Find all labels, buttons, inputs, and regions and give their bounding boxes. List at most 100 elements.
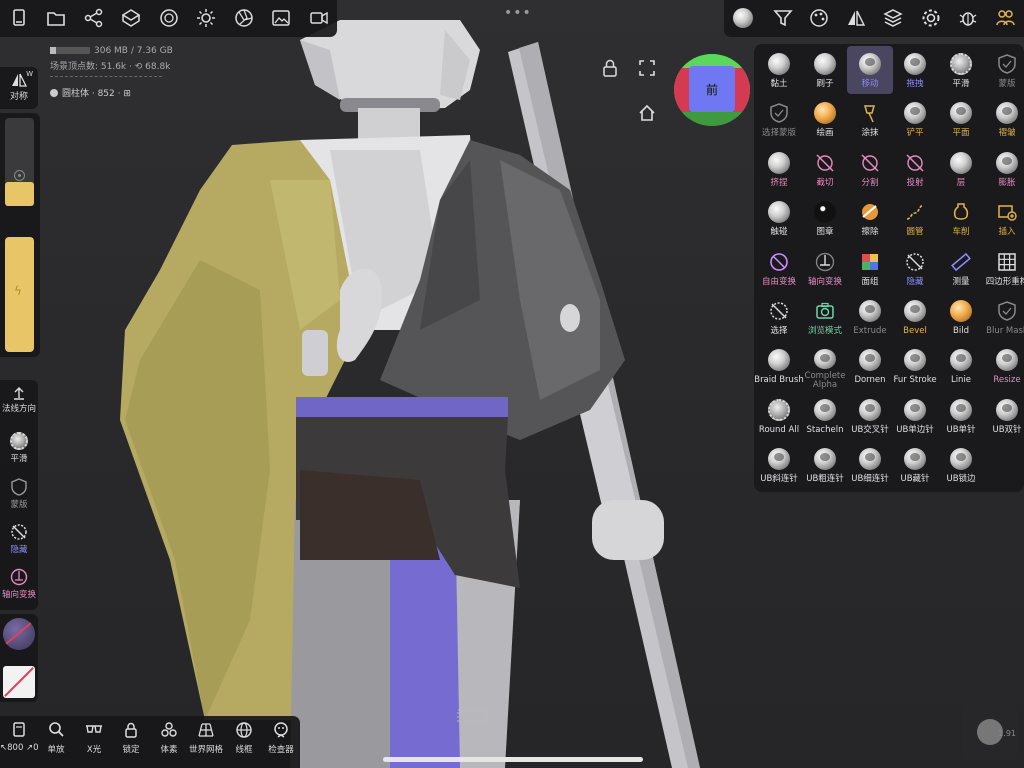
brush-1-1[interactable]: 绘画	[802, 95, 848, 143]
brush-1-0[interactable]: 选择蒙版	[756, 95, 802, 143]
bottom-inspector-button[interactable]: 检查器	[262, 720, 300, 755]
bottom-xray-button[interactable]: X光	[75, 720, 113, 755]
brush-7-0[interactable]: Round All	[756, 392, 802, 440]
brush-0-2[interactable]: 移动	[847, 46, 893, 94]
brush-2-0[interactable]: 挤捏	[756, 145, 802, 193]
brush-7-3[interactable]: UB单边针	[892, 392, 938, 440]
aperture-icon[interactable]	[233, 7, 255, 29]
users-icon[interactable]	[994, 7, 1016, 29]
scene-icon[interactable]	[120, 7, 142, 29]
brush-4-5[interactable]: 四边形重构	[984, 244, 1024, 292]
smooth-tool[interactable]: 平滑	[0, 432, 38, 464]
brush-6-3[interactable]: Fur Stroke	[892, 342, 938, 390]
axis-transform-tool[interactable]: 轴向变换	[0, 568, 38, 600]
palette-icon[interactable]	[808, 7, 830, 29]
brush-8-1[interactable]: UB粗连针	[802, 441, 848, 489]
brush-2-4[interactable]: 层	[938, 145, 984, 193]
brush-4-4[interactable]: 测量	[938, 244, 984, 292]
brush-6-1[interactable]: Complete Alpha	[802, 342, 848, 390]
brush-6-2[interactable]: Dornen	[847, 342, 893, 390]
brush-5-1[interactable]: 浏览模式	[802, 293, 848, 341]
home-icon[interactable]	[637, 103, 657, 123]
brush-1-5[interactable]: 褶皱	[984, 95, 1024, 143]
normal-direction-tool[interactable]: 法线方向	[0, 386, 38, 414]
brush-1-3[interactable]: 铲平	[892, 95, 938, 143]
brush-8-3[interactable]: UB藏针	[892, 441, 938, 489]
brush-3-3[interactable]: 圆管	[892, 194, 938, 242]
symmetry-panel[interactable]: W 对称	[0, 67, 38, 109]
fullscreen-icon[interactable]	[637, 58, 657, 78]
brush-label: Fur Stroke	[893, 375, 937, 386]
bug-icon[interactable]	[957, 7, 979, 29]
image-icon[interactable]	[270, 7, 292, 29]
brush-3-2[interactable]: 擦除	[847, 194, 893, 242]
brush-7-2[interactable]: UB交叉针	[847, 392, 893, 440]
hide-tool[interactable]: 隐藏	[0, 523, 38, 555]
material-swatch[interactable]	[3, 618, 35, 650]
intensity-slider[interactable]: ϟ	[5, 237, 34, 352]
brush-0-0[interactable]: 黏土	[756, 46, 802, 94]
share-nodes-icon[interactable]	[83, 7, 105, 29]
brush-3-1[interactable]: 图章	[802, 194, 848, 242]
brush-2-5[interactable]: 膨胀	[984, 145, 1024, 193]
brush-0-4[interactable]: 平滑	[938, 46, 984, 94]
brush-3-0[interactable]: 触碰	[756, 194, 802, 242]
brush-3-4[interactable]: 车削	[938, 194, 984, 242]
stroke-puck[interactable]: 1.91	[962, 704, 1018, 760]
brush-5-2[interactable]: Extrude	[847, 293, 893, 341]
brush-preview-icon[interactable]	[733, 8, 753, 28]
lock-icon[interactable]	[600, 58, 620, 78]
brush-6-4[interactable]: Linie	[938, 342, 984, 390]
brush-3-5[interactable]: 插入	[984, 194, 1024, 242]
brush-label: 触碰	[770, 227, 788, 238]
view-cube[interactable]: 前	[674, 54, 750, 126]
brush-7-5[interactable]: UB双针	[984, 392, 1024, 440]
brush-6-5[interactable]: Resize	[984, 342, 1024, 390]
texture-icon[interactable]	[158, 7, 180, 29]
gear-icon[interactable]	[920, 7, 942, 29]
brush-5-3[interactable]: Bevel	[892, 293, 938, 341]
bottom-grid-button[interactable]: 世界网格	[187, 720, 225, 755]
brush-5-4[interactable]: Bild	[938, 293, 984, 341]
file-icon[interactable]	[8, 7, 30, 29]
symmetry-icon[interactable]	[845, 7, 867, 29]
video-icon[interactable]	[308, 7, 330, 29]
bottom-voxel-button[interactable]: 体素	[150, 720, 188, 755]
bottom-status-button[interactable]: ↖800 ↗0	[0, 720, 39, 753]
brush-7-4[interactable]: UB单针	[938, 392, 984, 440]
brush-1-4[interactable]: 平面	[938, 95, 984, 143]
brush-7-1[interactable]: Stacheln	[802, 392, 848, 440]
view-cube-front[interactable]: 前	[689, 66, 735, 112]
bottom-lock-button[interactable]: 锁定	[112, 720, 150, 755]
brush-2-2[interactable]: 分割	[847, 145, 893, 193]
brush-1-2[interactable]: 涂抹	[847, 95, 893, 143]
filter-icon[interactable]	[772, 7, 794, 29]
folder-icon[interactable]	[45, 7, 67, 29]
radius-slider[interactable]	[5, 118, 34, 206]
bottom-wireframe-button[interactable]: 线框	[225, 720, 263, 755]
more-menu-icon[interactable]: •••	[504, 5, 532, 21]
brush-4-0[interactable]: 自由变换	[756, 244, 802, 292]
brush-label: UB细连针	[851, 474, 889, 485]
brush-0-1[interactable]: 刷子	[802, 46, 848, 94]
brush-2-3[interactable]: 投射	[892, 145, 938, 193]
mask-tool[interactable]: 蒙版	[0, 478, 38, 510]
object-label[interactable]: 圆柱体 · 852 · ⊞	[50, 86, 131, 99]
brush-0-3[interactable]: 拖拽	[892, 46, 938, 94]
brush-2-1[interactable]: 截切	[802, 145, 848, 193]
home-indicator[interactable]	[383, 757, 643, 762]
brush-6-0[interactable]: Braid Brush	[754, 342, 804, 390]
brush-8-0[interactable]: UB斜连针	[756, 441, 802, 489]
light-icon[interactable]	[195, 7, 217, 29]
brush-0-5[interactable]: 蒙版	[984, 46, 1024, 94]
brush-8-2[interactable]: UB细连针	[847, 441, 893, 489]
brush-8-4[interactable]: UB锁边	[938, 441, 984, 489]
brush-5-0[interactable]: 选择	[756, 293, 802, 341]
brush-4-2[interactable]: 面组	[847, 244, 893, 292]
color-swatch[interactable]	[3, 666, 35, 698]
bottom-zoom-button[interactable]: 单放	[37, 720, 75, 755]
brush-4-1[interactable]: 轴向变换	[802, 244, 848, 292]
brush-4-3[interactable]: 隐藏	[892, 244, 938, 292]
brush-5-5[interactable]: Blur Mask	[984, 293, 1024, 341]
layers-icon[interactable]	[882, 7, 904, 29]
